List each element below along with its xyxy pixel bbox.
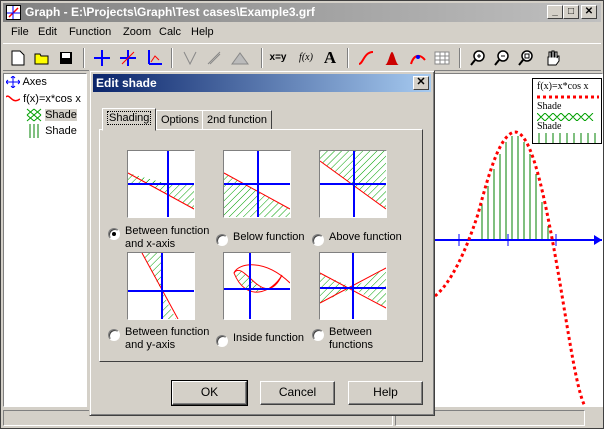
app-icon	[6, 5, 21, 20]
zoom-in-icon[interactable]	[467, 47, 489, 69]
toolbar: x=y f(x) A	[3, 43, 601, 71]
dialog-title: Edit shade	[96, 76, 157, 90]
menu-function[interactable]: Function	[69, 26, 111, 38]
fx-icon[interactable]: f(x)	[295, 47, 317, 69]
tree-item-shade-1[interactable]: Shade	[26, 108, 77, 122]
radio-above-function[interactable]	[312, 234, 324, 246]
table-icon[interactable]	[431, 47, 453, 69]
legend-function: f(x)=x*cos x	[537, 81, 589, 92]
shade-fn-icon[interactable]	[381, 47, 403, 69]
radio-inside-function[interactable]	[216, 335, 228, 347]
edit-shade-dialog: Edit shade ✕ Shading Options 2nd functio…	[89, 70, 435, 416]
radio-between-x-axis[interactable]	[108, 228, 120, 240]
legend: f(x)=x*cos x Shade Shade	[532, 78, 602, 144]
thumb-above-function[interactable]	[319, 150, 387, 218]
menu-bar: File Edit Function Zoom Calc Help	[3, 23, 601, 41]
menu-calc[interactable]: Calc	[159, 26, 181, 38]
ok-button[interactable]: OK	[171, 380, 248, 406]
point-series-icon[interactable]	[407, 47, 429, 69]
maximize-button[interactable]: □	[563, 5, 579, 19]
thumb-between-x-axis[interactable]	[127, 150, 195, 218]
save-icon[interactable]	[55, 47, 77, 69]
tree-label-function: f(x)=x*cos x	[23, 93, 81, 105]
menu-file[interactable]: File	[11, 26, 29, 38]
tangent-icon[interactable]	[179, 47, 201, 69]
axes-scale-icon[interactable]	[143, 47, 165, 69]
shading-panel: Between function and x-axis Below functi…	[99, 129, 423, 362]
axes-insert-icon[interactable]	[117, 47, 139, 69]
tree-label-shade-2: Shade	[45, 124, 77, 137]
open-icon[interactable]	[31, 47, 53, 69]
close-button[interactable]: ✕	[581, 5, 597, 19]
radio-between-y-axis[interactable]	[108, 329, 120, 341]
zoom-fit-icon[interactable]	[515, 47, 537, 69]
shade-icon[interactable]	[229, 47, 251, 69]
radio-between-functions[interactable]	[312, 329, 324, 341]
tree-label-axes: Axes	[22, 76, 47, 88]
tab-options[interactable]: Options	[156, 110, 204, 130]
axes-icon[interactable]	[91, 47, 113, 69]
new-icon[interactable]	[7, 47, 29, 69]
thumb-inside-function[interactable]	[223, 252, 291, 320]
zoom-out-icon[interactable]	[491, 47, 513, 69]
thumb-between-functions[interactable]	[319, 252, 387, 320]
dialog-title-bar[interactable]: Edit shade ✕	[93, 74, 431, 92]
legend-shade-1: Shade	[537, 101, 562, 112]
tab-2nd-function[interactable]: 2nd function	[202, 110, 272, 130]
hand-icon[interactable]	[541, 47, 563, 69]
title-bar[interactable]: Graph - E:\Projects\Graph\Test cases\Exa…	[3, 3, 601, 22]
text-icon[interactable]: A	[319, 47, 341, 69]
tree-item-shade-2[interactable]: Shade	[26, 124, 77, 138]
tree-item-function[interactable]: f(x)=x*cos x	[5, 93, 81, 105]
legend-shade-2: Shade	[537, 121, 562, 132]
tree-label-shade-1: Shade	[45, 108, 77, 121]
function-icon[interactable]	[355, 47, 377, 69]
minimize-button[interactable]: _	[547, 5, 563, 19]
tree-item-axes[interactable]: Axes	[5, 75, 47, 89]
relation-icon[interactable]	[203, 47, 225, 69]
cancel-button[interactable]: Cancel	[260, 381, 335, 405]
thumb-between-y-axis[interactable]	[127, 252, 195, 320]
help-button[interactable]: Help	[348, 381, 423, 405]
menu-edit[interactable]: Edit	[38, 26, 57, 38]
xy-icon[interactable]: x=y	[267, 47, 289, 69]
dialog-close-button[interactable]: ✕	[413, 76, 429, 90]
thumb-below-function[interactable]	[223, 150, 291, 218]
menu-help[interactable]: Help	[191, 26, 214, 38]
menu-zoom[interactable]: Zoom	[123, 26, 151, 38]
radio-below-function[interactable]	[216, 234, 228, 246]
window-title: Graph - E:\Projects\Graph\Test cases\Exa…	[25, 5, 315, 19]
tab-shading[interactable]: Shading	[102, 108, 157, 131]
function-tree[interactable]: Axes f(x)=x*cos x Shade Shade	[3, 73, 87, 407]
